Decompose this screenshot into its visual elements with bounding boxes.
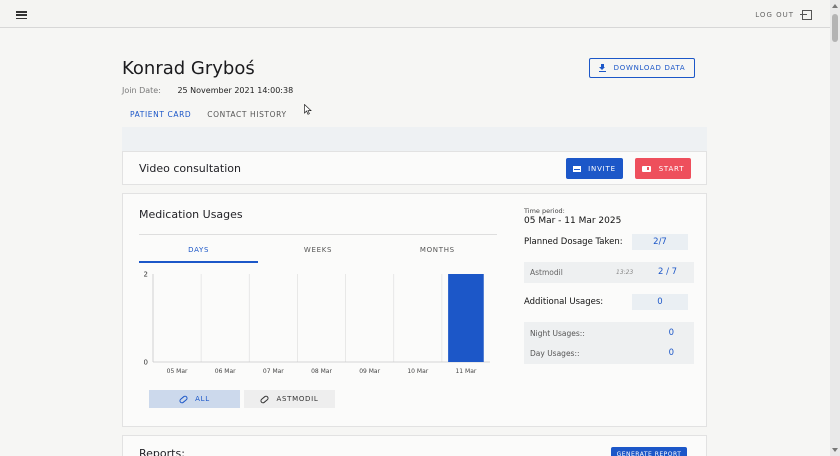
- filter-all-button[interactable]: ALL: [149, 390, 240, 408]
- x-tick-label: 06 Mar: [215, 368, 236, 375]
- x-tick-label: 08 Mar: [311, 368, 332, 375]
- y-tick-label: 0: [144, 359, 148, 367]
- scroll-thumb[interactable]: [832, 14, 838, 42]
- usage-breakdown: Night Usages:: 0 Day Usages:: 0: [524, 322, 694, 364]
- invite-button[interactable]: INVITE: [566, 158, 623, 179]
- mail-icon: [573, 165, 582, 172]
- medication-usages-title: Medication Usages: [139, 208, 243, 221]
- logout-icon: [800, 10, 812, 20]
- scroll-up-arrow-icon[interactable]: [832, 4, 838, 8]
- medication-row: Astmodil 13:23 2 / 7: [524, 262, 694, 283]
- page-scrollbar[interactable]: [830, 0, 840, 456]
- join-date-row: Join Date: 25 November 2021 14:00:38: [122, 86, 293, 95]
- download-data-label: DOWNLOAD DATA: [613, 64, 686, 72]
- medication-count: 2 / 7: [658, 267, 678, 277]
- patient-name: Konrad Gryboś: [122, 58, 255, 79]
- generate-report-button[interactable]: GENERATE REPORT: [611, 447, 687, 456]
- x-tick-label: 07 Mar: [263, 368, 284, 375]
- logout-button[interactable]: LOG OUT: [755, 10, 812, 20]
- medication-name: Astmodil: [530, 268, 563, 277]
- pill-icon: [259, 394, 271, 404]
- medication-time: 13:23: [616, 269, 634, 276]
- night-usages-row: Night Usages:: 0: [530, 328, 688, 338]
- x-tick-label: 05 Mar: [167, 368, 188, 375]
- additional-usages-label: Additional Usages:: [524, 297, 604, 307]
- filter-astmodil-label: ASTMODIL: [276, 395, 319, 403]
- x-tick-label: 09 Mar: [359, 368, 380, 375]
- time-period-label: Time period:: [524, 207, 565, 215]
- logout-label: LOG OUT: [755, 11, 794, 19]
- invite-label: INVITE: [588, 164, 616, 173]
- period-tabs: DAYS WEEKS MONTHS: [139, 234, 497, 263]
- medication-usages-card: Medication Usages DAYS WEEKS MONTHS 0 2 05…: [122, 193, 707, 427]
- night-usages-label: Night Usages::: [530, 329, 585, 338]
- pill-icon: [178, 394, 189, 404]
- filter-all-label: ALL: [195, 395, 210, 403]
- video-consultation-card: Video consultation INVITE START: [122, 151, 707, 185]
- filter-astmodil-button[interactable]: ASTMODIL: [244, 390, 335, 408]
- start-button[interactable]: START: [635, 158, 691, 179]
- time-period-value: 05 Mar - 11 Mar 2025: [524, 216, 622, 226]
- additional-usages-value: 0: [632, 294, 688, 310]
- day-usages-row: Day Usages:: 0: [530, 348, 688, 358]
- x-tick-label: 10 Mar: [407, 368, 428, 375]
- tab-content-strip: [122, 127, 707, 151]
- night-usages-value: 0: [668, 328, 674, 338]
- reports-title: Reports:: [139, 447, 185, 456]
- planned-dosage-value: 2/7: [632, 234, 688, 250]
- usage-bar: [448, 274, 484, 362]
- video-consultation-title: Video consultation: [139, 162, 241, 175]
- join-date-value: 25 November 2021 14:00:38: [177, 86, 294, 95]
- tab-months[interactable]: MONTHS: [378, 235, 497, 263]
- scroll-down-arrow-icon[interactable]: [832, 448, 838, 452]
- download-data-button[interactable]: DOWNLOAD DATA: [589, 58, 695, 78]
- join-date-label: Join Date:: [122, 86, 161, 95]
- tab-weeks[interactable]: WEEKS: [258, 235, 377, 263]
- start-label: START: [658, 164, 685, 173]
- planned-dosage-label: Planned Dosage Taken:: [524, 237, 623, 247]
- reports-card: Reports: GENERATE REPORT: [122, 435, 707, 456]
- video-camera-icon: [641, 165, 651, 172]
- day-usages-value: 0: [668, 348, 674, 358]
- download-icon: [598, 64, 606, 72]
- tab-days[interactable]: DAYS: [139, 235, 259, 263]
- day-usages-label: Day Usages::: [530, 349, 580, 358]
- top-bar: LOG OUT: [0, 0, 830, 28]
- hamburger-menu-icon[interactable]: [16, 11, 27, 20]
- usage-bar-chart: 0 2 05 Mar 06 Mar 07 Mar 08 Mar 09 Mar 10 Mar 11…: [144, 271, 490, 375]
- x-tick-label: 11 Mar: [455, 368, 476, 375]
- mouse-cursor-icon: [304, 104, 312, 115]
- y-tick-label: 2: [144, 271, 148, 279]
